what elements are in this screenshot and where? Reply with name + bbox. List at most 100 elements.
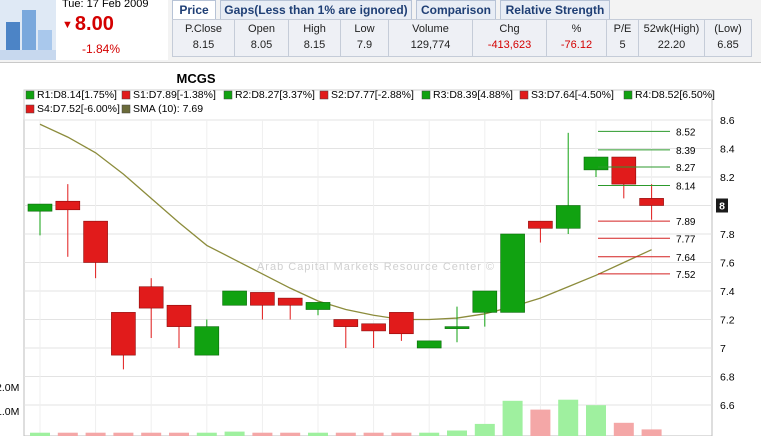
pivot-label: 7.64	[676, 253, 696, 264]
candle-body	[334, 320, 358, 327]
volume-axis-label: 1.0M	[0, 406, 19, 418]
y-tick-label: 8.2	[720, 172, 735, 184]
legend-swatch	[422, 91, 430, 99]
stat-label: %	[547, 23, 606, 35]
stat-label: (Low)	[705, 23, 751, 35]
y-tick-label: 7.6	[720, 258, 735, 270]
candle-body	[139, 287, 163, 308]
stat-label: P.Close	[173, 23, 234, 35]
stats-table: P.Close8.15 Open 8.05 High8.15 Low 7.9 Vol…	[172, 19, 752, 57]
volume-bar	[558, 400, 578, 436]
stat-value: -413,623	[473, 39, 546, 51]
top-bar: Tue: 17 Feb 2009 ▼8.00 -1.84% Price Gaps…	[0, 0, 761, 62]
legend-label: S3:D7.64[-4.50%]	[531, 89, 614, 101]
y-tick-label: 8.4	[720, 144, 735, 156]
pivot-label: 7.77	[676, 234, 696, 245]
pivot-label: 7.52	[676, 270, 696, 281]
candle-body	[28, 204, 52, 211]
candle-body	[584, 157, 608, 170]
stat-volume: Volume129,774	[389, 20, 473, 56]
legend-label: S1:D7.89[-1.38%]	[133, 89, 216, 101]
legend-swatch	[520, 91, 528, 99]
volume-axis-label: 2.0M	[0, 382, 19, 394]
tab-gaps[interactable]: Gaps(Less than 1% are ignored)	[220, 0, 412, 19]
stat-label: Low	[341, 23, 388, 35]
quote-price-value: 8.00	[75, 13, 114, 35]
stat-52wk-high: 52wk(High) 22.20	[639, 20, 705, 56]
stat-value: 22.20	[639, 39, 704, 51]
legend-swatch	[224, 91, 232, 99]
tab-price[interactable]: Price	[172, 0, 216, 19]
watermark: Arab Capital Markets Resource Center ©	[257, 261, 495, 273]
candle-body	[473, 291, 497, 312]
candle-body	[528, 221, 552, 228]
y-tick-label: 7.4	[720, 286, 735, 298]
tab-comparison[interactable]: Comparison	[416, 0, 496, 19]
candle-body	[306, 302, 330, 309]
stat-value: 7.9	[341, 39, 388, 51]
stat-value: 5	[607, 39, 638, 51]
stat-label: Open	[235, 23, 288, 35]
tab-relative-strength[interactable]: Relative Strength	[500, 0, 610, 19]
y-tick-label: 7.8	[720, 229, 735, 241]
y-tick-label: 7.2	[720, 315, 735, 327]
quote-price: ▼8.00	[62, 13, 114, 36]
legend-label: S2:D7.77[-2.88%]	[331, 89, 414, 101]
legend-label: R3:D8.39[4.88%]	[433, 89, 513, 101]
candle-body	[362, 324, 386, 331]
volume-bar	[447, 431, 467, 436]
volume-bar	[586, 405, 606, 436]
stat-open: Open 8.05	[235, 20, 289, 56]
stat-high: High8.15	[289, 20, 341, 56]
legend-swatch	[26, 91, 34, 99]
stat-value: 8.05	[235, 39, 288, 51]
candle-body	[556, 206, 580, 229]
candle-body	[389, 312, 413, 333]
stat-pct: %-76.12	[547, 20, 607, 56]
app-logo	[0, 0, 56, 60]
pivot-label: 8.52	[676, 127, 696, 138]
legend-swatch	[26, 105, 34, 113]
down-arrow-icon: ▼	[62, 19, 73, 31]
stat-label: P/E	[607, 23, 638, 35]
chart-title: MCGS	[177, 71, 216, 86]
current-price-label: 8	[719, 201, 725, 213]
price-chart[interactable]: MCGSR1:D8.14[1.75%]S1:D7.89[-1.38%]R2:D8…	[0, 63, 761, 436]
stat-52wk-low: (Low)6.85	[705, 20, 751, 56]
pivot-label: 8.39	[676, 146, 696, 157]
chart-area: MCGSR1:D8.14[1.75%]S1:D7.89[-1.38%]R2:D8…	[0, 62, 761, 436]
volume-bar	[642, 429, 662, 436]
volume-bar	[225, 432, 245, 436]
volume-bar	[503, 401, 523, 436]
legend-swatch	[122, 105, 130, 113]
quote-panel: Tue: 17 Feb 2009 ▼8.00 -1.84%	[56, 0, 168, 60]
pivot-label: 7.89	[676, 217, 696, 228]
stat-label: High	[289, 23, 340, 35]
candle-body	[250, 292, 274, 305]
y-tick-label: 6.6	[720, 400, 735, 412]
candle-body	[56, 201, 80, 210]
legend-label: SMA (10): 7.69	[133, 103, 203, 115]
stat-label: Volume	[389, 23, 472, 35]
volume-bar	[530, 410, 550, 436]
candle-body	[278, 298, 302, 305]
legend-swatch	[122, 91, 130, 99]
stat-pe: P/E 5	[607, 20, 639, 56]
candle-body	[640, 198, 664, 205]
candle-body	[111, 312, 135, 355]
stat-pclose: P.Close8.15	[173, 20, 235, 56]
y-tick-label: 7	[720, 343, 726, 355]
stat-label: 52wk(High)	[639, 23, 704, 35]
candle-body	[223, 291, 247, 305]
legend-label: R4:D8.52[6.50%]	[635, 89, 715, 101]
stat-label: Chg	[473, 23, 546, 35]
y-tick-label: 8.6	[720, 115, 735, 127]
candle-body	[167, 305, 191, 326]
candle-body	[445, 327, 469, 329]
y-tick-label: 6.8	[720, 372, 735, 384]
legend-swatch	[624, 91, 632, 99]
legend-swatch	[320, 91, 328, 99]
candle-body	[417, 341, 441, 348]
candle-body	[195, 327, 219, 356]
pivot-label: 8.14	[676, 182, 696, 193]
